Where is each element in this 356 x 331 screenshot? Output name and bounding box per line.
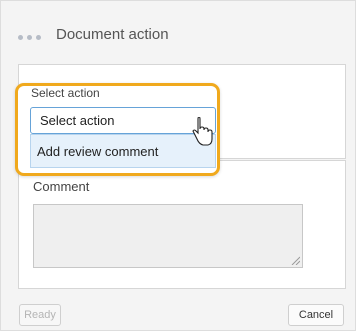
- select-action-label: Select action: [31, 86, 100, 100]
- dot: [18, 35, 23, 40]
- more-dots-icon[interactable]: [18, 35, 41, 40]
- option-add-review-comment[interactable]: Add review comment: [37, 144, 158, 159]
- dialog-header: Document action: [1, 1, 355, 65]
- comment-textarea[interactable]: [33, 204, 303, 268]
- action-select-value: Select action: [40, 113, 115, 128]
- hand-pointer-icon: [192, 117, 213, 146]
- cancel-button[interactable]: Cancel: [288, 304, 344, 326]
- dialog-title: Document action: [56, 26, 169, 43]
- ready-button[interactable]: Ready: [19, 304, 61, 326]
- comment-label: Comment: [33, 179, 90, 194]
- resize-grip-icon[interactable]: [290, 255, 300, 265]
- dot: [36, 35, 41, 40]
- dot: [27, 35, 32, 40]
